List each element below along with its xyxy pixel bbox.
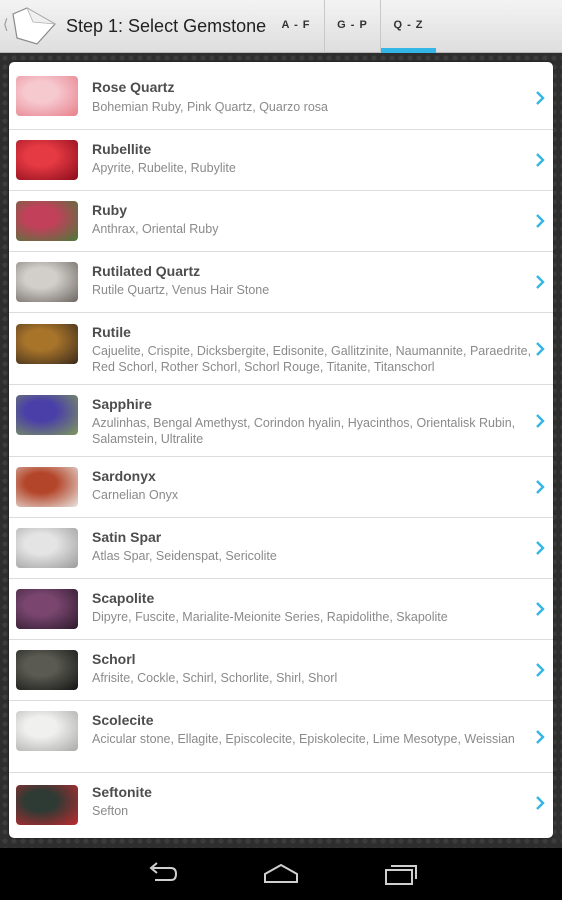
- gem-row-sapphire[interactable]: Sapphire Azulinhas, Bengal Amethyst, Cor…: [9, 385, 553, 457]
- action-bar: ⟨ Step 1: Select Gemstone A - F G - P Q …: [0, 0, 562, 53]
- gem-name: Schorl: [92, 651, 136, 667]
- gem-thumbnail: [16, 650, 78, 690]
- chevron-right-icon: [536, 214, 545, 228]
- gem-thumbnail: [16, 324, 78, 364]
- gem-name: Ruby: [92, 202, 127, 218]
- gem-name: Scolecite: [92, 712, 154, 728]
- gem-name: Rutile: [92, 324, 131, 340]
- chevron-right-icon: [536, 342, 545, 356]
- gem-thumbnail: [16, 262, 78, 302]
- gem-name: Seftonite: [92, 784, 152, 800]
- gem-thumbnail: [16, 528, 78, 568]
- tab-label: G - P: [337, 19, 368, 31]
- gem-name: Rutilated Quartz: [92, 263, 201, 279]
- gem-thumbnail: [16, 785, 78, 825]
- app-logo-icon[interactable]: [9, 6, 59, 46]
- gem-aliases: Bohemian Ruby, Pink Quartz, Quarzo rosa: [92, 100, 328, 114]
- gem-row-sardonyx[interactable]: Sardonyx Carnelian Onyx: [9, 457, 553, 518]
- system-navigation-bar: [0, 848, 562, 900]
- gem-aliases: Anthrax, Oriental Ruby: [92, 222, 219, 236]
- gem-thumbnail: [16, 467, 78, 507]
- gem-row-scolecite[interactable]: Scolecite Acicular stone, Ellagite, Epis…: [9, 701, 553, 773]
- gem-aliases: Azulinhas, Bengal Amethyst, Corindon hya…: [92, 416, 516, 446]
- chevron-right-icon: [536, 480, 545, 494]
- gem-row-scapolite[interactable]: Scapolite Dipyre, Fuscite, Marialite-Mei…: [9, 579, 553, 640]
- gem-aliases: Acicular stone, Ellagite, Episcolecite, …: [92, 732, 515, 746]
- gem-row-rutile[interactable]: Rutile Cajuelite, Crispite, Dicksbergite…: [9, 313, 553, 385]
- tab-label: Q - Z: [393, 19, 424, 31]
- gem-aliases: Carnelian Onyx: [92, 488, 179, 502]
- gem-aliases: Atlas Spar, Seidenspat, Sericolite: [92, 549, 277, 563]
- chevron-right-icon: [536, 663, 545, 677]
- tab-a-f[interactable]: A - F: [268, 0, 324, 53]
- gem-thumbnail: [16, 711, 78, 751]
- gem-row-rubellite[interactable]: Rubellite Apyrite, Rubelite, Rubylite: [9, 130, 553, 191]
- chevron-right-icon: [536, 91, 545, 105]
- home-icon[interactable]: [263, 862, 299, 886]
- gem-thumbnail: [16, 140, 78, 180]
- gem-name: Satin Spar: [92, 529, 162, 545]
- chevron-right-icon: [536, 414, 545, 428]
- chevron-right-icon: [536, 730, 545, 744]
- gem-row-rutilated-quartz[interactable]: Rutilated Quartz Rutile Quartz, Venus Ha…: [9, 252, 553, 313]
- gem-thumbnail: [16, 76, 78, 116]
- chevron-right-icon: [536, 541, 545, 555]
- gem-row-schorl[interactable]: Schorl Afrisite, Cockle, Schirl, Schorli…: [9, 640, 553, 701]
- tab-g-p[interactable]: G - P: [324, 0, 380, 53]
- back-icon[interactable]: [145, 862, 179, 886]
- chevron-right-icon: [536, 602, 545, 616]
- up-caret-icon[interactable]: ⟨: [3, 17, 8, 31]
- gem-aliases: Sefton: [92, 804, 129, 818]
- gem-aliases: Apyrite, Rubelite, Rubylite: [92, 161, 236, 175]
- gem-row-rose-quartz[interactable]: Rose Quartz Bohemian Ruby, Pink Quartz, …: [9, 62, 553, 130]
- gem-thumbnail: [16, 395, 78, 435]
- tab-q-z[interactable]: Q - Z: [380, 0, 436, 53]
- page-title: Step 1: Select Gemstone: [66, 16, 267, 36]
- gem-aliases: Cajuelite, Crispite, Dicksbergite, Ediso…: [92, 344, 532, 374]
- tab-label: A - F: [281, 19, 311, 31]
- chevron-right-icon: [536, 275, 545, 289]
- gem-aliases: Afrisite, Cockle, Schirl, Schorlite, Shi…: [92, 671, 338, 685]
- gem-aliases: Dipyre, Fuscite, Marialite-Meionite Seri…: [92, 610, 448, 624]
- gem-name: Sardonyx: [92, 468, 156, 484]
- gemstone-list[interactable]: Rose Quartz Bohemian Ruby, Pink Quartz, …: [9, 62, 553, 838]
- gem-row-ruby[interactable]: Ruby Anthrax, Oriental Ruby: [9, 191, 553, 252]
- gem-name: Scapolite: [92, 590, 155, 606]
- gem-row-seftonite[interactable]: Seftonite Sefton: [9, 773, 553, 838]
- gem-name: Sapphire: [92, 396, 152, 412]
- gem-thumbnail: [16, 201, 78, 241]
- gem-thumbnail: [16, 589, 78, 629]
- gem-name: Rubellite: [92, 141, 152, 157]
- gem-row-satin-spar[interactable]: Satin Spar Atlas Spar, Seidenspat, Seric…: [9, 518, 553, 579]
- chevron-right-icon: [536, 153, 545, 167]
- recent-apps-icon[interactable]: [384, 862, 418, 886]
- chevron-right-icon: [536, 796, 545, 810]
- gem-name: Rose Quartz: [92, 79, 175, 95]
- gem-aliases: Rutile Quartz, Venus Hair Stone: [92, 283, 270, 297]
